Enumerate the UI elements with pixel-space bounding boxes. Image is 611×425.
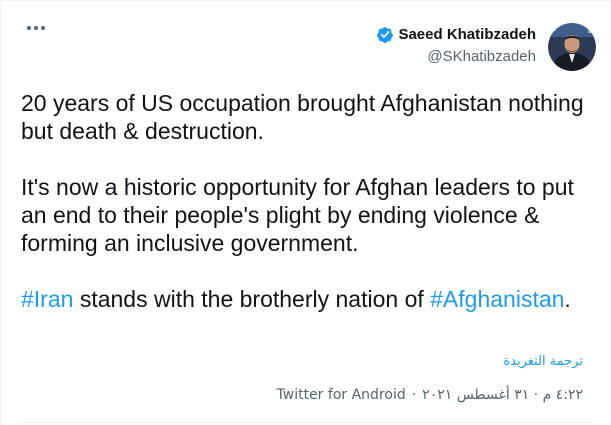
author-handle[interactable]: @SKhatibzadeh [427, 47, 536, 67]
tweet-timestamp-link[interactable]: ٤:٢٢ م · ٣١ أغسطس ٢٠٢١ [422, 387, 583, 403]
tweet-source-link[interactable]: Twitter for Android [277, 387, 406, 403]
tweet-paragraph: It's now a historic opportunity for Afgh… [21, 174, 574, 256]
hashtag-iran-link[interactable]: #Iran [21, 286, 73, 312]
divider [19, 422, 592, 423]
tweet-paragraph: 20 years of US occupation brought Afghan… [21, 90, 584, 144]
tweet-text: 20 years of US occupation brought Afghan… [21, 89, 601, 313]
tweet-metadata: Twitter for Android · ٤:٢٢ م · ٣١ أغسطس … [277, 387, 583, 403]
tweet-paragraph: #Iran stands with the brotherly nation o… [21, 285, 601, 313]
tweet-text-fragment: . [564, 286, 571, 312]
tweet-text-fragment: stands with the brotherly nation of [73, 286, 431, 312]
meta-separator: · [411, 387, 417, 403]
author-text: Saeed Khatibzadeh @SKhatibzadeh [376, 25, 536, 67]
more-horizontal-icon [27, 26, 45, 30]
verified-badge-icon [377, 27, 394, 43]
meta-separator: · [533, 387, 539, 403]
translate-tweet-link[interactable]: ترجمة التغريدة [503, 354, 583, 369]
tweet-date: ٣١ أغسطس ٢٠٢١ [422, 387, 530, 403]
avatar[interactable] [548, 23, 596, 71]
author-name[interactable]: Saeed Khatibzadeh [398, 25, 536, 45]
tweet-author[interactable]: Saeed Khatibzadeh @SKhatibzadeh [376, 23, 596, 71]
hashtag-afghanistan-link[interactable]: #Afghanistan [430, 286, 564, 312]
more-options-button[interactable] [23, 19, 49, 37]
author-name-row: Saeed Khatibzadeh [376, 25, 536, 45]
tweet-card: Saeed Khatibzadeh @SKhatibzadeh 20 years… [0, 0, 611, 425]
tweet-time: ٤:٢٢ م [542, 387, 583, 403]
